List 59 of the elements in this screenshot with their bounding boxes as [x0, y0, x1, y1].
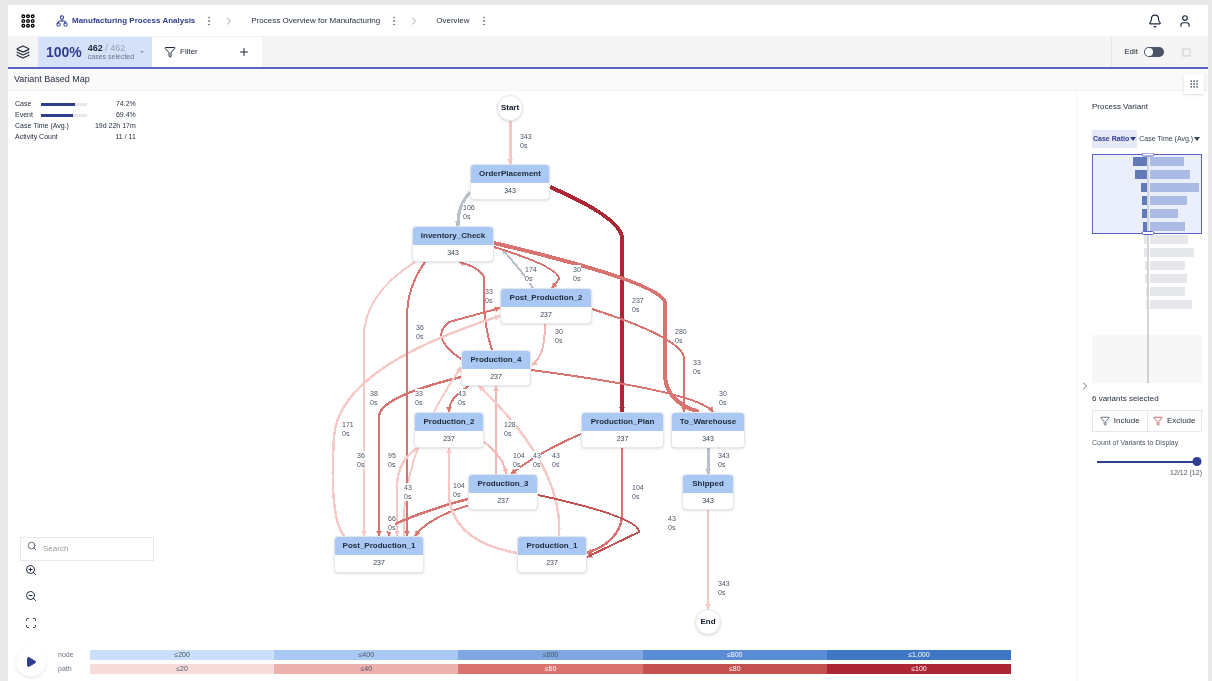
more-options-button[interactable] [1184, 74, 1204, 94]
edge-arrow[interactable] [493, 246, 560, 289]
filter-icon [1099, 416, 1110, 426]
node-name: To_Warehouse [672, 413, 744, 431]
app-grid-icon[interactable] [20, 12, 36, 29]
process-icon [56, 14, 68, 27]
fit-view-icon[interactable] [25, 617, 37, 629]
node-name: Inventory_Check [413, 227, 493, 245]
filter-icon [164, 46, 176, 58]
section-title: Process Variant [1092, 101, 1149, 113]
stat-bar [40, 113, 87, 117]
node-name: Production_1 [518, 537, 586, 555]
notification-icon[interactable] [1148, 13, 1162, 28]
selection-summary: 6 variants selected [1092, 393, 1160, 405]
search-field[interactable]: Search [20, 536, 154, 561]
user-icon[interactable] [1178, 13, 1192, 28]
zoom-in-icon[interactable] [25, 564, 37, 576]
edge-arrow[interactable] [591, 308, 687, 413]
node-name: OrderPlacement [471, 165, 549, 183]
play-button[interactable] [16, 647, 46, 677]
layers-icon[interactable] [16, 45, 30, 59]
edge-arrow[interactable] [458, 260, 493, 351]
caret-icon [1194, 137, 1201, 141]
edge-arrow[interactable] [510, 433, 582, 475]
variant-action-button[interactable]: Include [1093, 411, 1148, 431]
range-handle[interactable] [1141, 153, 1155, 157]
panel-title: Variant Based Map [14, 72, 90, 86]
range-handle[interactable] [1141, 231, 1155, 235]
edge-arrow[interactable] [446, 385, 470, 413]
node-name: Production_4 [462, 351, 530, 369]
search-icon [27, 541, 37, 551]
filter-icon [1153, 416, 1163, 426]
breadcrumb-link[interactable]: Overview [436, 14, 470, 27]
add-icon[interactable] [238, 46, 250, 58]
terminal-node[interactable]: Start [497, 95, 523, 121]
node-name: Shipped [683, 475, 733, 493]
zoom-out-icon[interactable] [25, 590, 37, 602]
terminal-node[interactable]: End [695, 609, 721, 635]
edit-label: Edit [1124, 46, 1138, 58]
variant-action-button[interactable]: Exclude [1147, 411, 1201, 431]
filter-button[interactable]: Filter [164, 46, 198, 58]
node-name: Post_Production_1 [335, 537, 423, 555]
edge-arrow[interactable] [586, 448, 624, 555]
edge-arrow[interactable] [386, 497, 469, 536]
node-name: Production_2 [415, 413, 483, 431]
edge-arrow[interactable] [404, 261, 426, 537]
edit-toggle[interactable] [1144, 47, 1164, 57]
stat-bar [40, 102, 87, 106]
grid-dots-icon [1189, 79, 1199, 89]
play-icon [25, 656, 37, 668]
breadcrumb-link[interactable]: Manufacturing Process Analysis [56, 14, 196, 27]
node-name: Post_Production_2 [501, 289, 591, 307]
selection-range[interactable] [1092, 154, 1202, 234]
node-name: Production_3 [469, 475, 537, 493]
breadcrumb-link[interactable]: Process Overview for Manufacturing [251, 14, 381, 27]
edge-arrow[interactable] [414, 504, 471, 537]
edge-arrow[interactable] [530, 369, 714, 413]
node-name: Production_Plan [582, 413, 663, 431]
caret-icon [1130, 137, 1137, 141]
